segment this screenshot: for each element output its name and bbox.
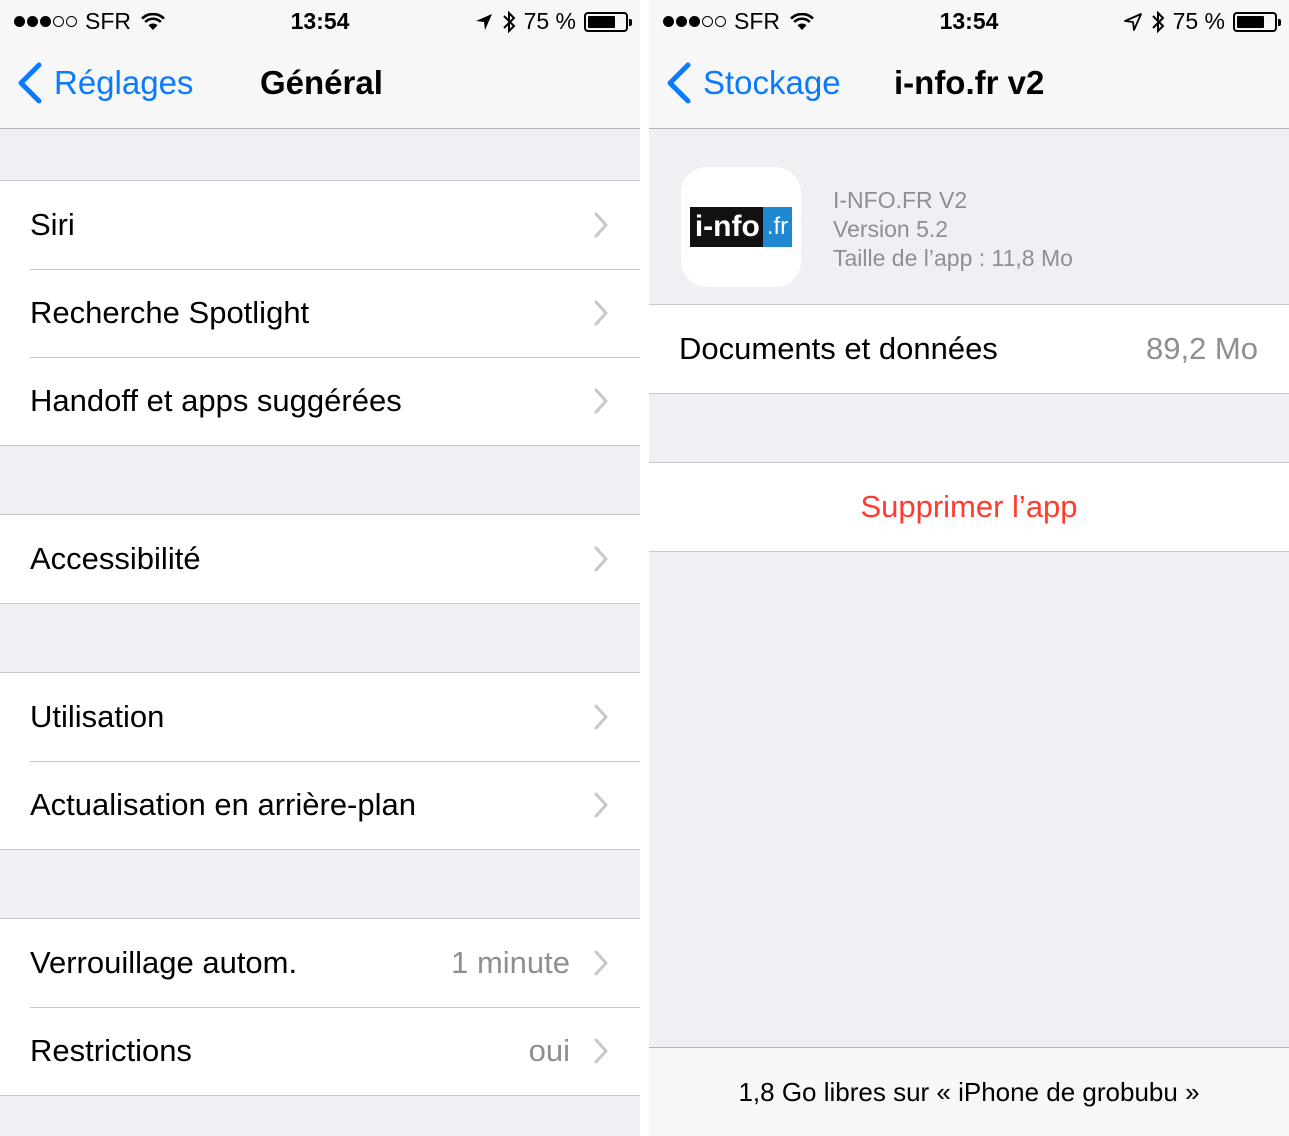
settings-row-usage[interactable]: Utilisation: [0, 673, 640, 761]
settings-row-siri[interactable]: Siri: [0, 181, 640, 269]
row-label: Handoff et apps suggérées: [30, 383, 402, 418]
chevron-right-icon: [594, 704, 608, 730]
row-label: Accessibilité: [30, 541, 201, 576]
location-arrow-icon: [475, 13, 492, 30]
app-logo: i-nfo .fr: [689, 207, 793, 247]
page-title: Général: [260, 64, 383, 101]
chevron-right-icon: [594, 1038, 608, 1064]
settings-group-3: Utilisation Actualisation en arrière-pla…: [0, 672, 640, 850]
top-bar: SFR 13:54 75 %: [0, 0, 640, 129]
chevron-left-icon: [667, 62, 691, 104]
back-button[interactable]: Stockage: [665, 62, 841, 104]
row-value: oui: [528, 1033, 570, 1068]
settings-row-accessibility[interactable]: Accessibilité: [0, 515, 640, 603]
row-value: 89,2 Mo: [1145, 331, 1258, 366]
screen-general: SFR 13:54 75 % Réglages Général Siri Rec…: [0, 0, 640, 1136]
battery-percent: 75 %: [523, 8, 576, 34]
app-name: I-NFO.FR V2: [833, 187, 968, 213]
chevron-right-icon: [594, 950, 608, 976]
chevron-right-icon: [594, 388, 608, 414]
bluetooth-icon: [1151, 10, 1164, 33]
back-button-label: Stockage: [703, 64, 841, 101]
bluetooth-icon: [502, 10, 515, 33]
chevron-right-icon: [594, 212, 608, 238]
delete-app-button[interactable]: Supprimer l’app: [649, 463, 1289, 551]
back-button-label: Réglages: [54, 64, 194, 101]
row-label: Restrictions: [30, 1033, 192, 1068]
free-space-text: 1,8 Go libres sur « iPhone de grobubu »: [738, 1076, 1200, 1107]
row-label: Verrouillage autom.: [30, 945, 298, 980]
settings-row-background-refresh[interactable]: Actualisation en arrière-plan: [0, 761, 640, 849]
status-right: 75 %: [1123, 8, 1281, 35]
chevron-right-icon: [594, 792, 608, 818]
settings-row-restrictions[interactable]: Restrictions oui: [0, 1007, 640, 1095]
app-size: Taille de l’app : 11,8 Mo: [833, 245, 1073, 271]
navigation-bar: Réglages Général: [0, 42, 640, 128]
status-right: 75 %: [474, 8, 632, 35]
back-button[interactable]: Réglages: [16, 62, 193, 104]
row-label: Actualisation en arrière-plan: [30, 787, 416, 822]
documents-row: Documents et données 89,2 Mo: [649, 305, 1289, 393]
settings-group-2: Accessibilité: [0, 514, 640, 604]
battery-icon: [584, 11, 632, 32]
row-label: Siri: [30, 207, 75, 242]
settings-row-handoff[interactable]: Handoff et apps suggérées: [0, 357, 640, 445]
app-version: Version 5.2: [833, 216, 949, 242]
settings-row-spotlight[interactable]: Recherche Spotlight: [0, 269, 640, 357]
app-icon: i-nfo .fr: [681, 167, 801, 287]
battery-percent: 75 %: [1172, 8, 1225, 34]
chevron-right-icon: [594, 546, 608, 572]
row-value: 1 minute: [451, 945, 570, 980]
row-label: Utilisation: [30, 699, 165, 734]
row-label: Documents et données: [679, 331, 998, 366]
navigation-bar: Stockage i-nfo.fr v2: [649, 42, 1289, 128]
settings-row-auto-lock[interactable]: Verrouillage autom. 1 minute: [0, 919, 640, 1007]
app-meta: I-NFO.FR V2 Version 5.2 Taille de l’app …: [833, 186, 1073, 273]
status-bar: SFR 13:54 75 %: [0, 0, 640, 42]
screen-divider: [640, 0, 649, 1136]
storage-footer: 1,8 Go libres sur « iPhone de grobubu »: [649, 1047, 1289, 1136]
app-info: i-nfo .fr I-NFO.FR V2 Version 5.2 Taille …: [649, 129, 1289, 305]
battery-icon: [1233, 11, 1281, 32]
row-label: Recherche Spotlight: [30, 295, 310, 330]
page-title: i-nfo.fr v2: [894, 64, 1045, 101]
screen-app-storage: SFR 13:54 75 % Stockage i-nfo.fr v2 i-nf…: [649, 0, 1289, 1136]
location-arrow-icon: [1123, 12, 1142, 31]
documents-group: Documents et données 89,2 Mo: [649, 304, 1289, 394]
settings-group-4: Verrouillage autom. 1 minute Restriction…: [0, 918, 640, 1096]
delete-app-label: Supprimer l’app: [860, 489, 1078, 524]
status-bar: SFR 13:54 75 %: [649, 0, 1289, 42]
settings-group-1: Siri Recherche Spotlight Handoff et apps…: [0, 180, 640, 446]
chevron-right-icon: [594, 300, 608, 326]
delete-group: Supprimer l’app: [649, 462, 1289, 552]
top-bar: SFR 13:54 75 %: [649, 0, 1289, 129]
chevron-left-icon: [18, 62, 42, 104]
